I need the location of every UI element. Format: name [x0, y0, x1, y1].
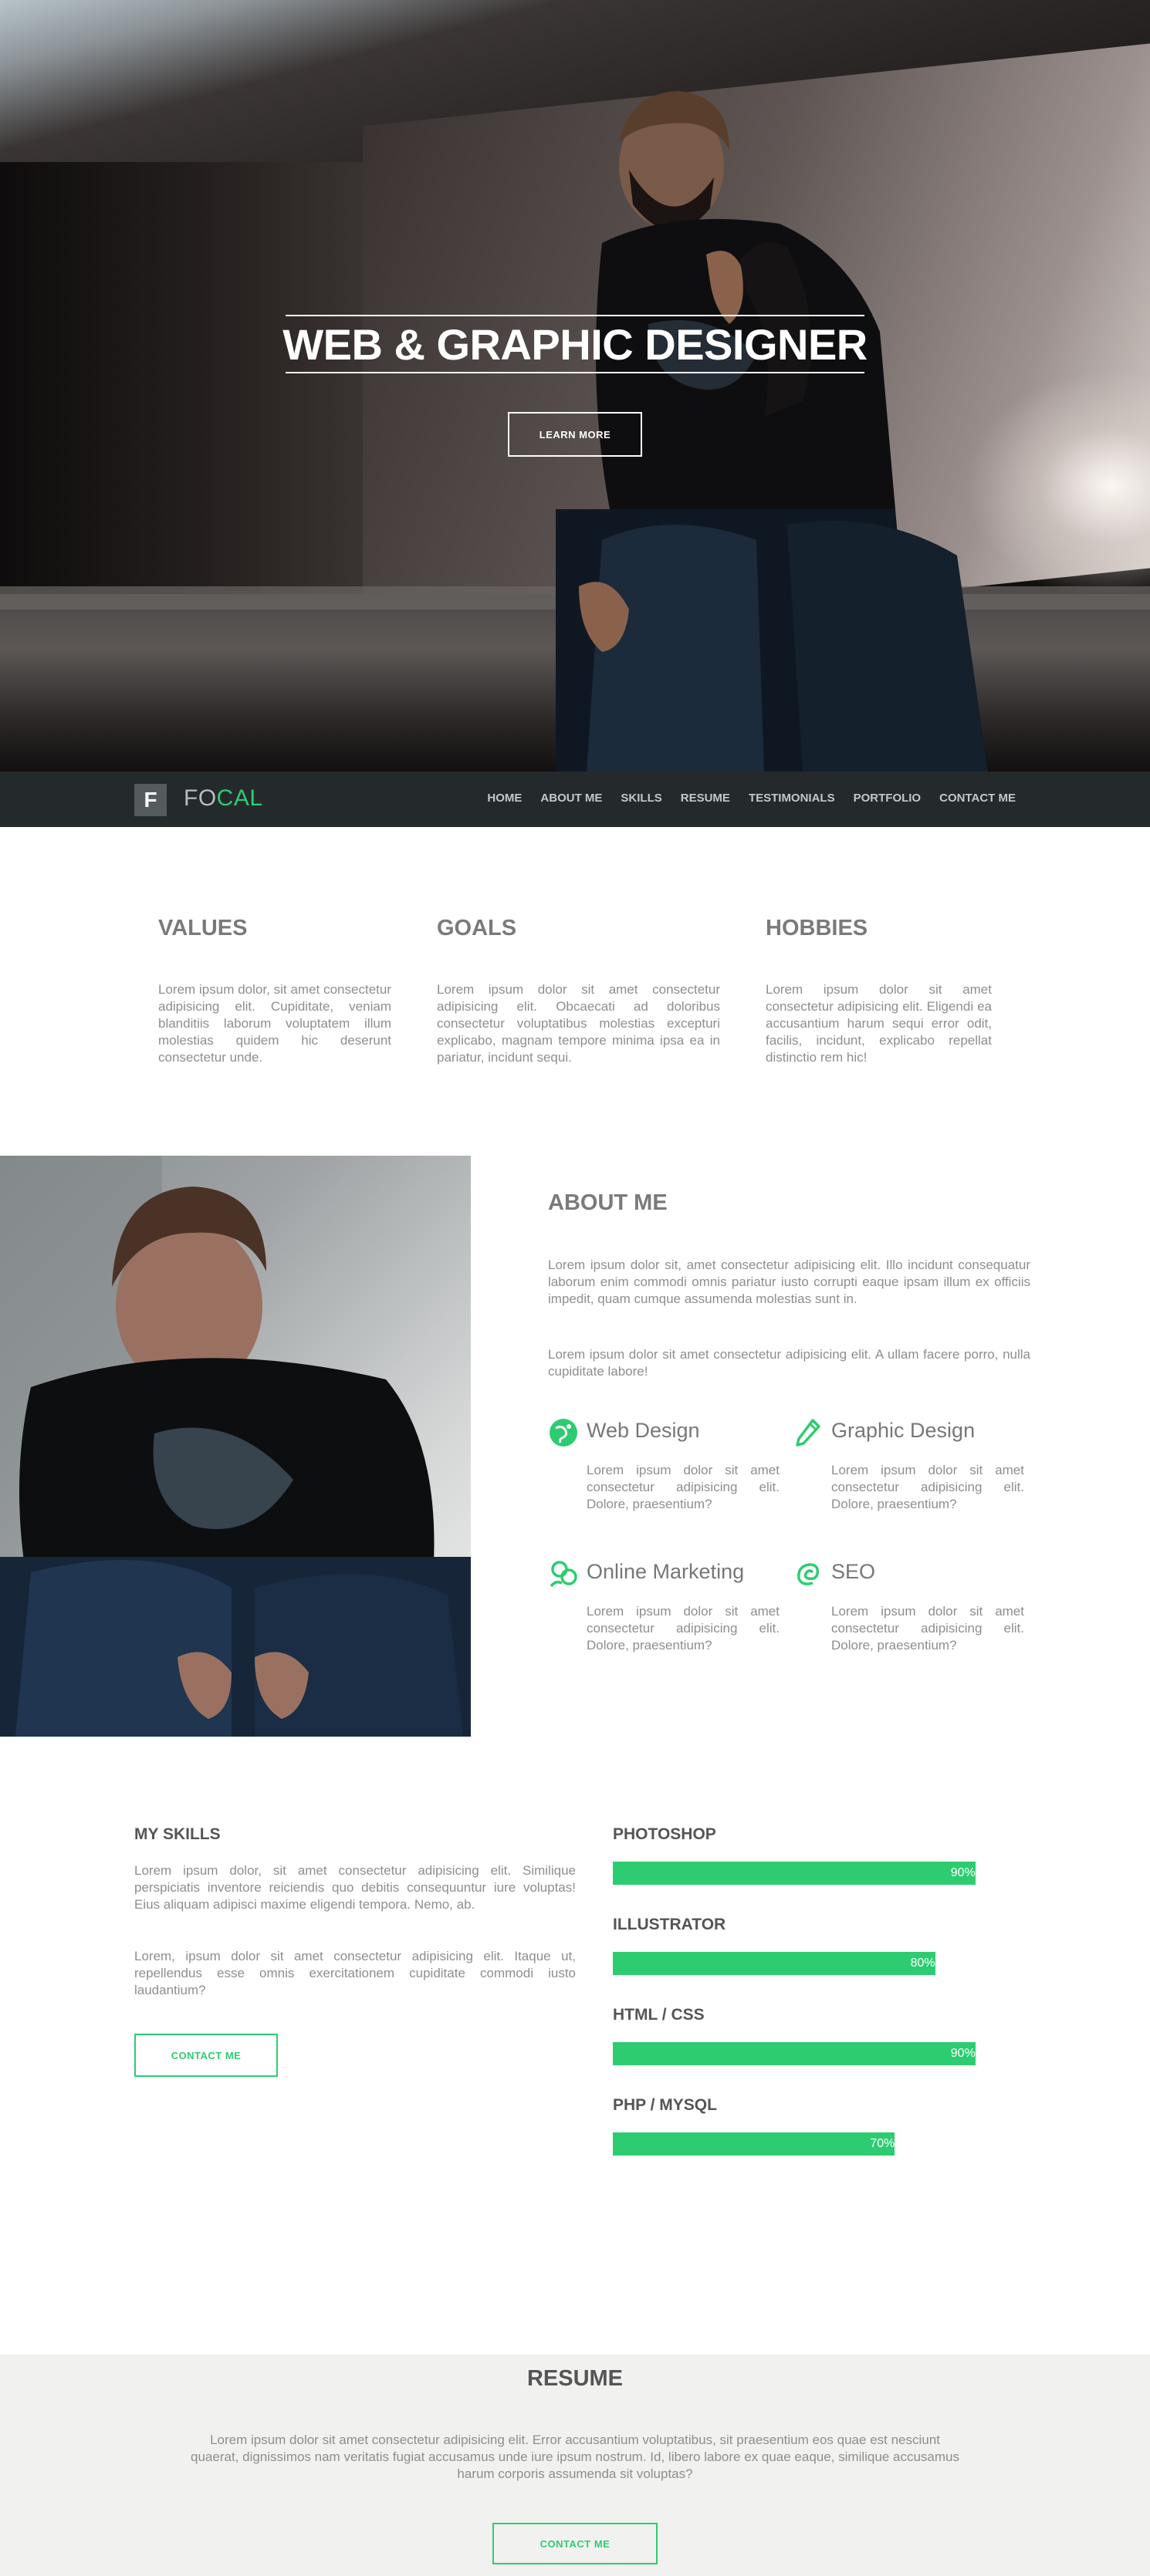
- skills-title: MY SKILLS: [134, 1825, 221, 1843]
- skill-bar-php-mysql: 70%: [613, 2132, 1016, 2156]
- service-title: Graphic Design: [831, 1419, 976, 1442]
- service-text: Lorem ipsum dolor sit amet consectetur a…: [587, 1463, 780, 1511]
- nav-menu: HOME ABOUT ME SKILLS RESUME TESTIMONIALS…: [487, 792, 1016, 805]
- logo-text[interactable]: FOCAL: [184, 785, 263, 812]
- goals-text: Lorem ipsum dolor sit amet consectetur a…: [437, 982, 720, 1065]
- skill-bar-label: PHP / MYSQL: [613, 2096, 717, 2114]
- skill-bar-fill: 90%: [613, 2042, 976, 2065]
- seo-icon: [797, 1563, 820, 1585]
- values-text: Lorem ipsum dolor, sit amet consectetur …: [158, 982, 391, 1065]
- logo-text-part-2: CAL: [216, 785, 263, 811]
- skills-contact-me-button[interactable]: CONTACT ME: [134, 2034, 278, 2077]
- pen-icon: [796, 1419, 820, 1447]
- hobbies-text: Lorem ipsum dolor sit amet consectetur a…: [766, 982, 992, 1065]
- hobbies-column: HOBBIES Lorem ipsum dolor sit amet conse…: [766, 916, 992, 1066]
- about-person-image: [0, 1156, 471, 1737]
- nav-item-home[interactable]: HOME: [487, 792, 522, 805]
- hobbies-title: HOBBIES: [766, 916, 868, 940]
- skills-paragraph-2: Lorem, ipsum dolor sit amet consectetur …: [134, 1949, 576, 1997]
- people-icon: [550, 1561, 577, 1588]
- resume-section: RESUME Lorem ipsum dolor sit amet consec…: [0, 2355, 1150, 2576]
- resume-contact-me-button[interactable]: CONTACT ME: [492, 2523, 658, 2564]
- skill-bar-fill: 90%: [613, 1862, 976, 1885]
- service-title: Online Marketing: [587, 1560, 745, 1583]
- nav-item-contact-me[interactable]: CONTACT ME: [939, 792, 1016, 805]
- hero-title: WEB & GRAPHIC DESIGNER: [282, 319, 868, 369]
- skill-bar-fill: 70%: [613, 2132, 895, 2156]
- skills-paragraph-1: Lorem ipsum dolor, sit amet consectetur …: [134, 1863, 576, 1912]
- skill-bar-percent: 80%: [910, 1956, 935, 1970]
- nav-item-portfolio[interactable]: PORTFOLIO: [854, 792, 922, 805]
- about-paragraph-2: Lorem ipsum dolor sit amet consectetur a…: [548, 1347, 1030, 1379]
- values-column: VALUES Lorem ipsum dolor, sit amet conse…: [158, 916, 391, 1066]
- service-text: Lorem ipsum dolor sit amet consectetur a…: [587, 1604, 780, 1653]
- service-title: Web Design: [587, 1419, 700, 1442]
- skill-bar-fill: 80%: [613, 1952, 935, 1975]
- hero-title-frame: WEB & GRAPHIC DESIGNER: [282, 315, 868, 373]
- service-text: Lorem ipsum dolor sit amet consectetur a…: [831, 1604, 1024, 1653]
- about-photo: [0, 1156, 471, 1737]
- learn-more-button[interactable]: LEARN MORE: [508, 412, 642, 457]
- hero-section: WEB & GRAPHIC DESIGNER LEARN MORE: [0, 0, 1150, 771]
- about-paragraph-1: Lorem ipsum dolor sit, amet consectetur …: [548, 1258, 1030, 1306]
- nav-item-about-me[interactable]: ABOUT ME: [540, 792, 602, 805]
- skill-bar-illustrator: 80%: [613, 1952, 1016, 1975]
- skill-bar-label: PHOTOSHOP: [613, 1825, 716, 1843]
- hero-background-wall-left: [0, 162, 363, 594]
- values-title: VALUES: [158, 916, 248, 940]
- about-title: ABOUT ME: [548, 1190, 668, 1215]
- skill-bar-percent: 90%: [950, 2047, 976, 2060]
- main-nav: F FOCAL HOME ABOUT ME SKILLS RESUME TEST…: [0, 771, 1150, 827]
- web-design-icon: [550, 1419, 577, 1447]
- resume-title: RESUME: [526, 2366, 624, 2391]
- nav-item-testimonials[interactable]: TESTIMONIALS: [749, 792, 835, 805]
- skill-bar-photoshop: 90%: [613, 1862, 1016, 1885]
- service-text: Lorem ipsum dolor sit amet consectetur a…: [831, 1463, 1024, 1511]
- skill-bar-label: ILLUSTRATOR: [613, 1916, 726, 1933]
- nav-item-resume[interactable]: RESUME: [681, 792, 730, 805]
- skill-bar-percent: 90%: [950, 1866, 976, 1879]
- skill-bar-label: HTML / CSS: [613, 2006, 705, 2024]
- resume-text: Lorem ipsum dolor sit amet consectetur a…: [191, 2433, 959, 2481]
- goals-title: GOALS: [437, 916, 517, 940]
- logo-text-part-1: FO: [184, 785, 217, 811]
- skill-bar-html-css: 90%: [613, 2042, 1016, 2065]
- logo-icon[interactable]: F: [134, 784, 167, 816]
- goals-column: GOALS Lorem ipsum dolor sit amet consect…: [437, 916, 720, 1066]
- skill-bar-percent: 70%: [870, 2137, 895, 2150]
- nav-item-skills[interactable]: SKILLS: [621, 792, 661, 805]
- service-title: SEO: [831, 1560, 876, 1583]
